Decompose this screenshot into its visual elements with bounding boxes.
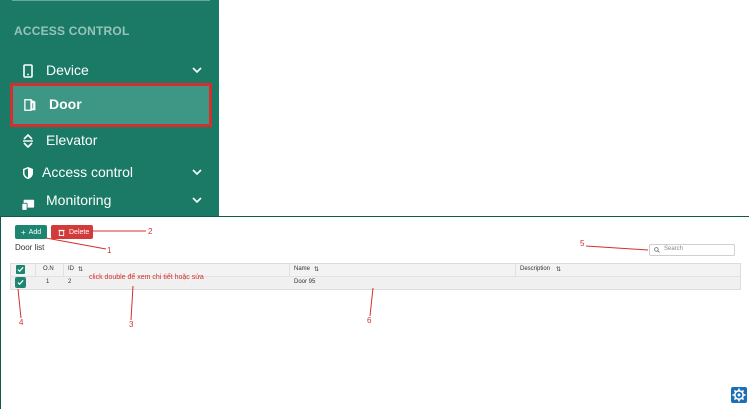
add-button[interactable]: + Add — [15, 225, 47, 239]
trash-icon — [58, 229, 65, 236]
delete-button-label: Delete — [69, 228, 90, 236]
cell-id: 2 — [68, 279, 72, 285]
gear-icon — [732, 388, 746, 402]
search-placeholder: Search — [664, 246, 684, 252]
select-all-checkbox[interactable] — [16, 265, 25, 274]
sidebar-section-header: ACCESS CONTROL — [14, 24, 130, 38]
check-icon — [17, 266, 24, 273]
column-header-on[interactable]: O.N — [43, 266, 54, 272]
row-checkbox[interactable] — [15, 277, 26, 288]
sidebar-divider — [12, 0, 210, 1]
hint-text: click double để xem chi tiết hoặc sửa — [89, 274, 204, 281]
page-title: Door list — [15, 243, 45, 252]
search-input[interactable]: Search — [649, 244, 735, 256]
chevron-down-icon — [192, 67, 202, 74]
sidebar-item-label: Door — [49, 96, 82, 112]
annotation-label-6: 6 — [367, 316, 372, 325]
column-header-description[interactable]: Description — [520, 266, 550, 272]
annotation-label-3: 3 — [129, 320, 134, 329]
shield-icon — [23, 167, 33, 179]
add-button-label: Add — [28, 228, 42, 236]
chevron-down-icon — [192, 169, 202, 176]
cell-name: Door 95 — [294, 279, 316, 285]
sidebar-item-label: Monitoring — [46, 192, 112, 208]
sidebar-item-label: Device — [46, 62, 89, 78]
search-icon — [654, 247, 660, 253]
sort-icon[interactable]: ⇅ — [314, 266, 319, 273]
cell-on: 1 — [46, 279, 50, 285]
sidebar-item-elevator[interactable]: Elevator — [10, 126, 212, 156]
annotation-label-5: 5 — [580, 239, 585, 248]
chevron-down-icon — [192, 197, 202, 204]
check-icon — [17, 279, 24, 286]
sidebar-item-label: Access control — [42, 164, 134, 180]
sidebar-item-label: Elevator — [46, 132, 98, 148]
annotation-label-4: 4 — [19, 318, 24, 327]
plus-icon: + — [21, 227, 26, 237]
annotation-label-2: 2 — [148, 227, 153, 236]
monitor-icon — [21, 199, 35, 211]
door-list-panel: + Add Delete Door list Search O.N ID ⇅ N… — [0, 216, 749, 409]
sort-icon[interactable]: ⇅ — [556, 266, 561, 273]
annotation-label-1: 1 — [107, 246, 112, 255]
settings-button[interactable] — [731, 387, 747, 403]
delete-button[interactable]: Delete — [51, 225, 93, 239]
sidebar-item-device[interactable]: Device — [10, 56, 212, 86]
elevator-icon — [23, 134, 33, 148]
sidebar-item-door[interactable]: Door — [10, 83, 212, 127]
sort-icon[interactable]: ⇅ — [78, 266, 83, 273]
device-icon — [23, 64, 33, 78]
column-header-id[interactable]: ID — [68, 266, 74, 272]
sidebar: ACCESS CONTROL Device Door Elevator Acce… — [0, 0, 219, 216]
column-header-name[interactable]: Name — [294, 266, 310, 272]
sidebar-item-access-control[interactable]: Access control — [10, 158, 212, 188]
door-icon — [24, 99, 36, 111]
